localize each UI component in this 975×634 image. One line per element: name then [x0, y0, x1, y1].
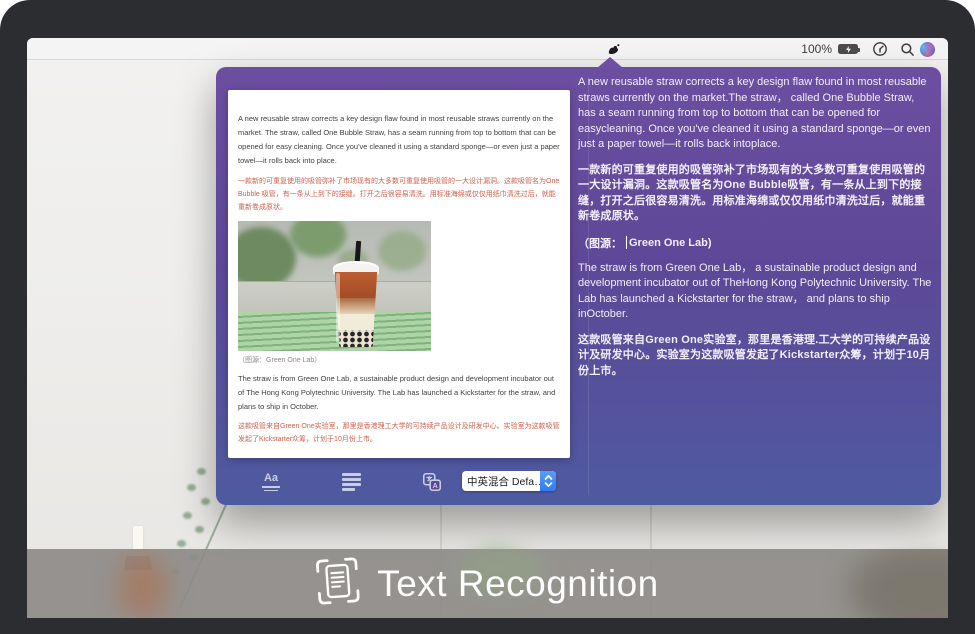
ocr-paragraph-en-1[interactable]: A new reusable straw corrects a key desi…: [578, 75, 934, 153]
battery-charging-icon[interactable]: [838, 38, 858, 60]
device-frame: 100%: [0, 0, 975, 634]
leaf: [195, 526, 204, 533]
text-recognition-popover: A new reusable straw corrects a key desi…: [216, 67, 941, 505]
desktop-screen: 100%: [27, 38, 948, 618]
popup-stepper-icon: [540, 471, 556, 491]
battery-percent-label: 100%: [801, 38, 832, 60]
ocr-paragraph-zh-1[interactable]: 一款新的可重复使用的吸管弥补了市场现有的大多数可重复使用吸管的一大设计漏洞。这款…: [578, 163, 934, 225]
leaf: [187, 484, 196, 491]
ocr-paragraph-zh-2[interactable]: 这款吸管来自Green One实验室，那里是香港理.工大学的可持续产品设计及研发…: [578, 333, 934, 380]
list-format-icon[interactable]: [336, 468, 366, 496]
language-popup[interactable]: 中英混合 Defa…: [462, 471, 556, 491]
caption-banner: Text Recognition: [27, 549, 948, 618]
leaf: [183, 512, 192, 519]
translate-icon[interactable]: A: [417, 468, 447, 496]
banner-title: Text Recognition: [377, 563, 659, 605]
scan-document-icon: [314, 556, 362, 612]
popover-toolbar: Aa A 中英混合 Defa…: [216, 459, 941, 505]
recents-clock-icon[interactable]: [872, 38, 888, 60]
leaf: [177, 540, 186, 547]
bubble-tea-cup: [333, 245, 379, 347]
popover-arrow: [597, 57, 623, 68]
doc-paragraph-zh-1: 一款新的可重复使用的吸管弥补了市场现有的大多数可重复使用吸管的一大设计漏洞。这款…: [238, 175, 560, 214]
ocr-paragraph-en-2[interactable]: The straw is from Green One Lab， a susta…: [578, 261, 934, 323]
menu-bar: 100%: [27, 38, 948, 60]
siri-icon[interactable]: [916, 38, 938, 60]
doc-photo-caption: （图源：Green One Lab）: [238, 355, 560, 365]
svg-text:A: A: [433, 481, 439, 490]
text-cursor: [626, 236, 627, 249]
ocr-caption-suffix: Green One Lab): [629, 237, 712, 249]
doc-paragraph-en-2: The straw is from Green One Lab, a susta…: [238, 372, 560, 414]
font-icon-label: Aa: [264, 473, 278, 484]
leaf: [201, 498, 210, 505]
leaf: [197, 468, 206, 475]
recognized-text-panel[interactable]: A new reusable straw corrects a key desi…: [578, 75, 934, 389]
font-size-icon[interactable]: Aa: [256, 468, 286, 496]
ocr-caption-line[interactable]: （图源： Green One Lab): [578, 235, 934, 251]
bubble-tea-photo: [238, 221, 431, 351]
captured-document-preview: A new reusable straw corrects a key desi…: [228, 90, 570, 458]
search-icon[interactable]: [900, 38, 915, 60]
ocr-caption-prefix: （图源：: [578, 235, 622, 251]
doc-paragraph-zh-2: 这款吸管来自Green One实验室，那里是香港理工大学的可持续产品设计及研发中…: [238, 420, 560, 446]
doc-paragraph-en-1: A new reusable straw corrects a key desi…: [238, 112, 560, 168]
banner-content: Text Recognition: [27, 549, 948, 618]
language-popup-value: 中英混合 Defa…: [462, 474, 540, 489]
